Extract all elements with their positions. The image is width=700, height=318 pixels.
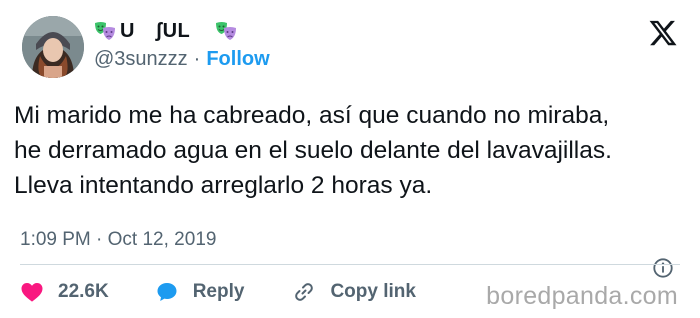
author-name-row: U ʃUL [94, 18, 237, 44]
handle-separator: · [193, 48, 201, 70]
avatar[interactable] [22, 16, 84, 78]
tweet-time: 1:09 PM [20, 229, 91, 250]
tweet-text: Mi marido me ha cabreado, así que cuando… [14, 98, 694, 203]
reply-label: Reply [192, 281, 245, 302]
author-handle-row: @3sunzzz · Follow [94, 48, 270, 71]
action-bar: 22.6K Reply Copy link [20, 278, 416, 306]
copy-link-button[interactable]: Copy link [292, 280, 416, 304]
like-button[interactable]: 22.6K [20, 280, 155, 304]
tweet-timestamp[interactable]: 1:09 PM · Oct 12, 2019 [20, 229, 216, 251]
x-logo-icon[interactable] [648, 18, 678, 48]
info-icon[interactable] [652, 257, 674, 279]
copy-link-label: Copy link [330, 281, 416, 302]
watermark: boredpanda.com [486, 282, 678, 310]
author-handle[interactable]: @3sunzzz [94, 48, 188, 71]
tweet-date: Oct 12, 2019 [107, 229, 217, 250]
follow-button[interactable]: Follow [206, 48, 269, 71]
reply-bubble-icon [157, 283, 177, 301]
tweet-line: he derramado agua en el suelo delante de… [14, 137, 612, 164]
author-display-name[interactable]: U ʃUL [120, 20, 211, 43]
reply-button[interactable]: Reply [155, 280, 293, 304]
link-icon [295, 283, 314, 301]
timestamp-separator: · [96, 229, 103, 250]
avatar-image [22, 16, 84, 78]
heart-icon [21, 283, 43, 302]
like-count: 22.6K [58, 281, 109, 302]
performing-arts-masks-icon [94, 20, 116, 42]
tweet-line: Lleva intentando arreglarlo 2 horas ya. [14, 172, 433, 199]
divider [20, 264, 680, 265]
performing-arts-masks-icon [215, 20, 237, 42]
tweet-line: Mi marido me ha cabreado, así que cuando… [14, 102, 610, 129]
